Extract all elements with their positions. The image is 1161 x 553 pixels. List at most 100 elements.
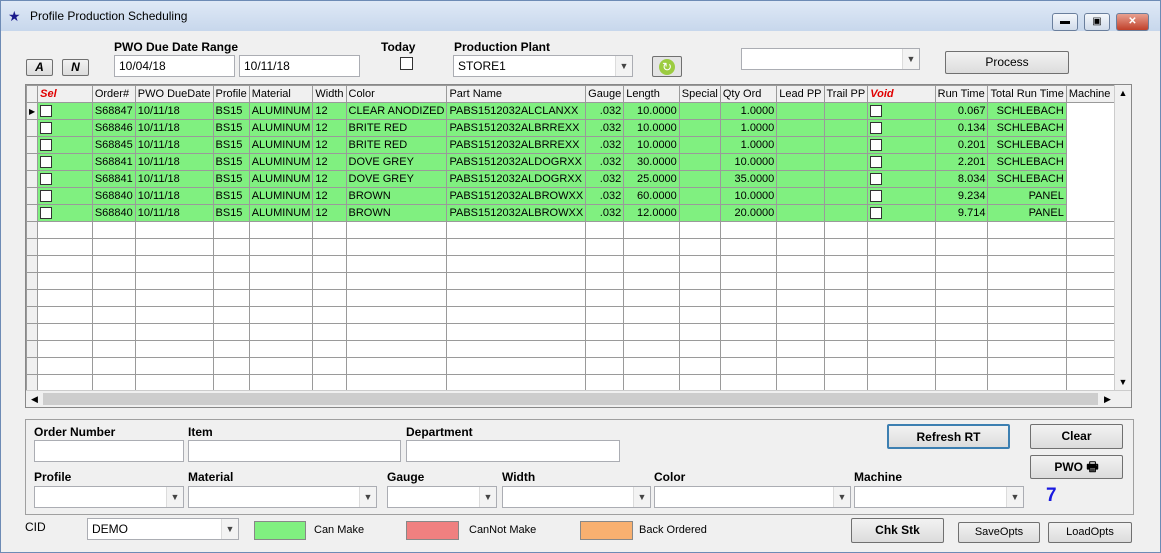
table-cell: 12 (312, 102, 347, 120)
table-row[interactable]: S68846 10/11/18 BS15 ALUMINUM 12 BRITE RED PAB… (26, 119, 1131, 137)
minimize-button[interactable]: ▬ (1052, 13, 1078, 31)
sel-cell[interactable] (37, 153, 93, 171)
production-plant-select[interactable]: STORE1 ▼ (453, 55, 633, 77)
grid-header-cell[interactable]: Color (345, 85, 448, 103)
grid-header-cell[interactable]: Total Run Time (987, 85, 1067, 103)
sel-cell[interactable] (37, 119, 93, 137)
scroll-left-icon[interactable]: ◀ (26, 391, 43, 407)
profile-select[interactable]: ▼ (34, 486, 184, 508)
table-cell: .032 (585, 136, 625, 154)
table-cell (585, 357, 625, 375)
gauge-select[interactable]: ▼ (387, 486, 497, 508)
grid-header-cell[interactable]: Length (623, 85, 680, 103)
material-select[interactable]: ▼ (188, 486, 377, 508)
table-cell (678, 102, 721, 120)
sel-cell[interactable] (37, 204, 93, 222)
grid-header-cell[interactable]: Profile (212, 85, 250, 103)
grid-header-cell[interactable]: Order# (91, 85, 136, 103)
grid-header-cell[interactable]: Material (248, 85, 314, 103)
scroll-down-icon[interactable]: ▼ (1115, 374, 1131, 391)
date-to-field[interactable]: 10/11/18 (239, 55, 360, 77)
machine-select[interactable]: ▼ (854, 486, 1024, 508)
void-cell[interactable] (867, 153, 936, 171)
process-button[interactable]: Process (945, 51, 1069, 74)
sel-cell[interactable] (37, 102, 93, 120)
table-row[interactable]: S68841 10/11/18 BS15 ALUMINUM 12 DOVE GREY PAB… (26, 170, 1131, 188)
sel-cell[interactable] (37, 136, 93, 154)
sel-checkbox[interactable] (40, 190, 53, 203)
sel-checkbox[interactable] (40, 207, 53, 220)
table-row[interactable]: S68840 10/11/18 BS15 ALUMINUM 12 BROWN PABS151… (26, 204, 1131, 222)
options-select[interactable]: ▼ (741, 48, 920, 70)
grid-header-cell[interactable]: Trail PP (823, 85, 869, 103)
sel-cell[interactable] (37, 187, 93, 205)
close-button[interactable]: ✕ (1116, 13, 1149, 31)
filter-panel: Order Number Item Department Profile ▼ M… (25, 419, 1134, 515)
void-checkbox[interactable] (870, 173, 883, 186)
grid-header-cell[interactable] (26, 85, 39, 103)
table-cell (678, 357, 721, 375)
table-row[interactable]: S68841 10/11/18 BS15 ALUMINUM 12 DOVE GREY PAB… (26, 153, 1131, 171)
sel-checkbox[interactable] (40, 139, 53, 152)
table-cell (867, 323, 936, 341)
void-cell[interactable] (867, 170, 936, 188)
table-cell (823, 187, 869, 205)
empty-row (26, 272, 1131, 290)
void-checkbox[interactable] (870, 156, 883, 169)
horizontal-scrollbar[interactable]: ◀ ▶ (26, 390, 1131, 407)
table-cell (776, 357, 825, 375)
void-cell[interactable] (867, 136, 936, 154)
table-row[interactable]: ▶ S68847 10/11/18 BS15 ALUMINUM 12 CLEAR ANODI… (26, 102, 1131, 120)
sel-checkbox[interactable] (40, 156, 53, 169)
grid-header-cell[interactable]: Width (312, 85, 347, 103)
load-opts-button[interactable]: LoadOpts (1048, 522, 1132, 543)
grid-header-cell[interactable]: Run Time (934, 85, 989, 103)
refresh-plant-button[interactable]: ↻ (652, 56, 682, 77)
select-none-button[interactable]: N (62, 59, 89, 76)
pwo-print-button[interactable]: PWO 🖶 (1030, 455, 1123, 479)
void-checkbox[interactable] (870, 139, 883, 152)
item-field[interactable] (188, 440, 401, 462)
sel-cell[interactable] (37, 170, 93, 188)
clear-button[interactable]: Clear (1030, 424, 1123, 449)
table-row[interactable]: S68840 10/11/18 BS15 ALUMINUM 12 BROWN PABS151… (26, 187, 1131, 205)
sel-checkbox[interactable] (40, 173, 53, 186)
grid-header-cell[interactable]: Void (867, 85, 936, 103)
void-cell[interactable] (867, 204, 936, 222)
sel-checkbox[interactable] (40, 105, 53, 118)
chk-stk-button[interactable]: Chk Stk (851, 518, 944, 543)
scroll-up-icon[interactable]: ▲ (1115, 85, 1131, 102)
maximize-button[interactable]: ▣ (1084, 13, 1110, 31)
refresh-rt-button[interactable]: Refresh RT (887, 424, 1010, 449)
scroll-right-icon[interactable]: ▶ (1099, 391, 1116, 407)
grid-header-cell[interactable]: Part Name (446, 85, 587, 103)
void-cell[interactable] (867, 102, 936, 120)
grid-header-cell[interactable]: Special (678, 85, 721, 103)
width-select[interactable]: ▼ (502, 486, 651, 508)
select-all-button[interactable]: A (26, 59, 53, 76)
save-opts-button[interactable]: SaveOpts (958, 522, 1040, 543)
grid-header-cell[interactable]: Sel (37, 85, 93, 103)
grid-header-cell[interactable]: Lead PP (776, 85, 825, 103)
void-cell[interactable] (867, 187, 936, 205)
table-cell (934, 255, 989, 273)
void-checkbox[interactable] (870, 190, 883, 203)
today-checkbox[interactable] (400, 57, 413, 70)
date-from-field[interactable]: 10/04/18 (114, 55, 235, 77)
table-cell (623, 221, 680, 239)
grid-header-cell[interactable]: Gauge (585, 85, 625, 103)
color-select[interactable]: ▼ (654, 486, 851, 508)
grid-header-cell[interactable]: Qty Ord (719, 85, 778, 103)
table-row[interactable]: S68845 10/11/18 BS15 ALUMINUM 12 BRITE RED PAB… (26, 136, 1131, 154)
void-cell[interactable] (867, 119, 936, 137)
sel-checkbox[interactable] (40, 122, 53, 135)
vertical-scrollbar[interactable]: ▲ ▼ (1114, 85, 1131, 391)
void-checkbox[interactable] (870, 207, 883, 220)
void-checkbox[interactable] (870, 122, 883, 135)
void-checkbox[interactable] (870, 105, 883, 118)
horizontal-scroll-thumb[interactable] (43, 393, 1098, 405)
grid-header-cell[interactable]: PWO DueDate (134, 85, 214, 103)
order-number-field[interactable] (34, 440, 184, 462)
cid-select[interactable]: DEMO ▼ (87, 518, 239, 540)
department-field[interactable] (406, 440, 620, 462)
